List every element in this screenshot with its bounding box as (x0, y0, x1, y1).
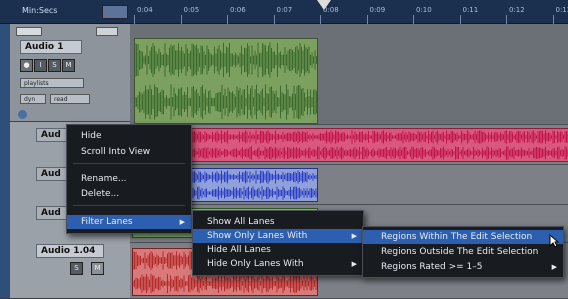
ruler-view-name: Min:Secs (22, 6, 57, 15)
ruler-tick-mark (367, 15, 368, 24)
timebase-selector[interactable]: dyn (20, 94, 46, 104)
track-selection-strip[interactable] (0, 24, 10, 298)
menu-item-hide-all-lanes[interactable]: Hide All Lanes (193, 243, 363, 257)
ruler-tick-label: 0:09 (370, 6, 386, 14)
track-name[interactable]: Audio 1 (20, 40, 82, 54)
waveform-channel (135, 42, 317, 77)
track-context-menu: Hide Scroll Into View Rename... Delete..… (66, 124, 192, 234)
playlist-selector[interactable]: playlists (20, 78, 84, 88)
submenu-arrow-icon: ▶ (180, 215, 185, 229)
track-name[interactable]: Aud (36, 167, 68, 181)
ruler-tick-mark (181, 15, 182, 24)
ruler-tick-label: 0:06 (230, 6, 246, 14)
ruler-tick-mark (506, 15, 507, 24)
audio-region[interactable] (134, 38, 318, 124)
lane-toggle-icon[interactable] (18, 110, 27, 119)
ruler-tick-mark (320, 15, 321, 24)
track-type-selector[interactable] (16, 27, 42, 36)
regions-filter-submenu: Regions Within The Edit Selection Region… (362, 226, 564, 278)
mouse-pointer-icon (549, 234, 559, 248)
menu-item-show-all-lanes[interactable]: Show All Lanes (193, 215, 363, 229)
ruler-tick-label: 0:04 (137, 6, 153, 14)
waveform-channel (133, 130, 568, 143)
waveform-channel (135, 84, 317, 119)
automation-mode-selector[interactable]: read (50, 94, 90, 104)
lane-audio-2[interactable] (130, 124, 568, 165)
ruler-tick-label: 0:05 (184, 6, 200, 14)
menu-item-rename[interactable]: Rename... (67, 172, 191, 186)
menu-item-regions-within-edit-selection[interactable]: Regions Within The Edit Selection (363, 230, 563, 244)
lane-audio-3[interactable] (130, 164, 568, 205)
menu-separator (73, 205, 185, 206)
track-name[interactable]: Audio 1.04 (36, 244, 104, 258)
track-height-selector[interactable] (96, 27, 118, 36)
mute-button[interactable]: M (62, 59, 75, 72)
menu-item-filter-lanes[interactable]: Filter Lanes▶ (67, 215, 191, 229)
menu-item-show-only-lanes-with[interactable]: Show Only Lanes With▶ (193, 229, 363, 243)
submenu-arrow-icon: ▶ (552, 260, 557, 274)
track-header-audio-1: Audio 1 ● I S M playlists dyn read (10, 24, 130, 122)
ruler-tick-mark (134, 15, 135, 24)
submenu-arrow-icon: ▶ (352, 257, 357, 271)
ruler-tick-mark (227, 15, 228, 24)
ruler-tick-mark (413, 15, 414, 24)
menu-item-delete[interactable]: Delete... (67, 187, 191, 201)
record-enable-button[interactable]: ● (20, 59, 33, 72)
track-name[interactable]: Aud (36, 206, 68, 220)
menu-item-scroll-into-view[interactable]: Scroll Into View (67, 145, 191, 159)
menu-item-hide-only-lanes-with[interactable]: Hide Only Lanes With▶ (193, 257, 363, 271)
menu-item-regions-outside-edit-selection[interactable]: Regions Outside The Edit Selection (363, 245, 563, 259)
ruler-tick-mark (460, 15, 461, 24)
audio-region[interactable] (132, 128, 568, 162)
menu-separator (73, 163, 185, 164)
menu-item-regions-rated[interactable]: Regions Rated >= 1–5▶ (363, 260, 563, 274)
ruler-tick-mark (274, 15, 275, 24)
track-name[interactable]: Aud (36, 128, 68, 142)
lane-audio-1[interactable] (130, 24, 568, 125)
ruler-tick-label: 0:13 (556, 6, 568, 14)
timeline-ruler[interactable]: Min:Secs 0:040:050:060:070:080:090:100:1… (0, 0, 568, 24)
filter-lanes-submenu: Show All Lanes Show Only Lanes With▶ Hid… (192, 210, 364, 276)
ruler-tick-mark (553, 15, 554, 24)
submenu-arrow-icon: ▶ (352, 229, 357, 243)
input-monitor-button[interactable]: I (34, 59, 47, 72)
mute-button[interactable]: M (91, 262, 104, 275)
solo-button[interactable]: S (48, 59, 61, 72)
ruler-zoom-control[interactable] (102, 5, 128, 19)
ruler-tick-label: 0:07 (277, 6, 293, 14)
solo-button[interactable]: S (70, 262, 83, 275)
waveform-channel (133, 274, 316, 293)
waveform-channel (133, 146, 568, 159)
waveform (135, 39, 317, 123)
ruler-tick-label: 0:10 (416, 6, 432, 14)
ruler-tick-label: 0:12 (509, 6, 525, 14)
ruler-tick-label: 0:11 (463, 6, 479, 14)
waveform (133, 129, 568, 161)
menu-item-hide[interactable]: Hide (67, 129, 191, 143)
